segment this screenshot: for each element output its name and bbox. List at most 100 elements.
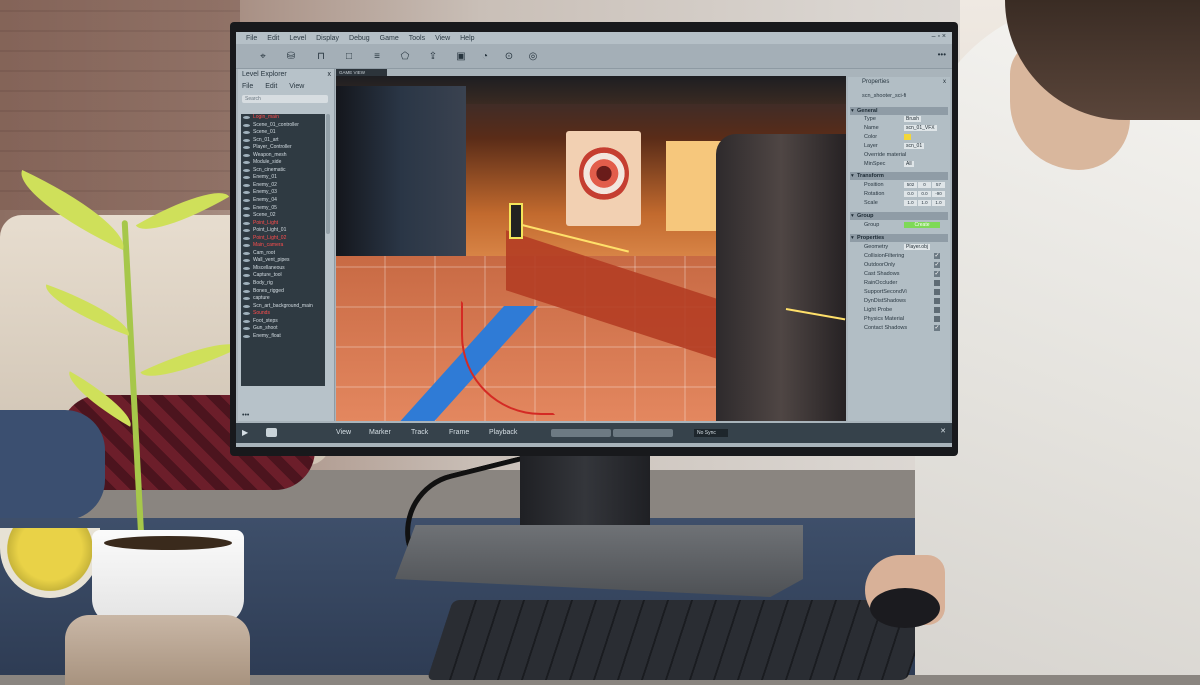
section-transform[interactable]: Transform	[850, 172, 948, 180]
menu-item-level[interactable]: Level	[289, 35, 306, 42]
tree-item[interactable]: Gun_shoot	[241, 325, 325, 333]
visibility-eye-icon[interactable]	[243, 199, 250, 203]
tree-item[interactable]: Main_camera	[241, 242, 325, 250]
position-y[interactable]: 0	[918, 182, 931, 188]
visibility-eye-icon[interactable]	[243, 131, 250, 135]
export-icon[interactable]: ⇪	[426, 49, 440, 63]
tree-item[interactable]: Scene_01	[241, 129, 325, 137]
toolbar-more-button[interactable]: •••	[938, 50, 946, 59]
visibility-eye-icon[interactable]	[243, 214, 250, 218]
visibility-eye-icon[interactable]	[243, 266, 250, 270]
timeline-marker[interactable]: Marker	[369, 429, 391, 436]
game-viewport[interactable]	[336, 76, 846, 421]
scale-z[interactable]: 1.0	[932, 200, 945, 206]
visibility-eye-icon[interactable]	[243, 123, 250, 127]
timeline-close-button[interactable]: ✕	[940, 427, 946, 435]
tree-item[interactable]: Sounds	[241, 310, 325, 318]
prop-minspec-select[interactable]: All	[904, 161, 914, 167]
visibility-eye-icon[interactable]	[243, 153, 250, 157]
timeline-view[interactable]: View	[336, 429, 351, 436]
visibility-eye-icon[interactable]	[243, 312, 250, 316]
explorer-menu-file[interactable]: File	[242, 83, 253, 90]
flag-checkbox[interactable]	[934, 280, 940, 286]
tree-item[interactable]: Enemy_05	[241, 205, 325, 213]
tree-item[interactable]: capture	[241, 295, 325, 303]
tree-item[interactable]: Capture_tool	[241, 272, 325, 280]
visibility-eye-icon[interactable]	[243, 244, 250, 248]
group-create-button[interactable]: Create	[904, 222, 940, 228]
tree-item[interactable]: Scn_art_background_main	[241, 303, 325, 311]
tree-item[interactable]: Enemy_float	[241, 333, 325, 341]
position-x[interactable]: 502	[904, 182, 917, 188]
tree-item[interactable]: Cam_root	[241, 250, 325, 258]
tree-item[interactable]: Player_Controller	[241, 144, 325, 152]
visibility-eye-icon[interactable]	[243, 334, 250, 338]
color-swatch[interactable]	[904, 134, 911, 140]
flag-checkbox[interactable]	[934, 289, 940, 295]
position-z[interactable]: 57	[932, 182, 945, 188]
prop-name-field[interactable]: scn_01_VFX	[904, 125, 937, 131]
tree-item[interactable]: Enemy_03	[241, 189, 325, 197]
menu-item-display[interactable]: Display	[316, 35, 339, 42]
timeline-track[interactable]: Track	[411, 429, 428, 436]
visibility-eye-icon[interactable]	[243, 236, 250, 240]
scale-x[interactable]: 1.0	[904, 200, 917, 206]
menu-item-debug[interactable]: Debug	[349, 35, 370, 42]
game-view-tab[interactable]: GAME VIEW	[336, 69, 387, 76]
play-icon[interactable]: ▶	[242, 428, 248, 437]
prop-layer-field[interactable]: scn_01	[904, 143, 925, 149]
select-icon[interactable]: ⌖	[256, 49, 270, 63]
visibility-eye-icon[interactable]	[243, 146, 250, 150]
rotation-y[interactable]: 0.0	[918, 191, 931, 197]
tree-item[interactable]: Point_Light_02	[241, 235, 325, 243]
tree-item[interactable]: Scn_01_art	[241, 137, 325, 145]
explorer-search-input[interactable]: Search	[242, 95, 328, 103]
flag-checkbox[interactable]	[934, 298, 940, 304]
visibility-eye-icon[interactable]	[243, 116, 250, 119]
explorer-menu-edit[interactable]: Edit	[265, 83, 277, 90]
tree-item[interactable]: Module_side	[241, 159, 325, 167]
menu-item-help[interactable]: Help	[460, 35, 474, 42]
user-icon[interactable]: ◔	[478, 49, 492, 63]
visibility-eye-icon[interactable]	[243, 259, 250, 263]
window-controls[interactable]: – ▫ ×	[932, 33, 946, 40]
tree-item[interactable]: Foot_steps	[241, 318, 325, 326]
tree-item[interactable]: Point_Light	[241, 220, 325, 228]
flag-checkbox[interactable]: ✓	[934, 253, 940, 259]
brush-icon[interactable]: ⊓	[314, 49, 328, 63]
sync-select[interactable]: No Sync	[694, 429, 728, 437]
section-group[interactable]: Group	[850, 212, 948, 220]
prop-type-value[interactable]: Brush	[904, 116, 922, 122]
visibility-eye-icon[interactable]	[243, 304, 250, 308]
tree-item[interactable]: Enemy_02	[241, 182, 325, 190]
tree-item[interactable]: Weapon_mesh	[241, 152, 325, 160]
visibility-eye-icon[interactable]	[243, 274, 250, 278]
visibility-eye-icon[interactable]	[243, 183, 250, 187]
visibility-eye-icon[interactable]	[243, 221, 250, 225]
tree-item[interactable]: Scene_01_controller	[241, 122, 325, 130]
visibility-eye-icon[interactable]	[243, 319, 250, 323]
menu-item-game[interactable]: Game	[380, 35, 399, 42]
prop-override-material[interactable]: Override material	[864, 151, 948, 159]
tree-item[interactable]: Body_rig	[241, 280, 325, 288]
explorer-close-button[interactable]: x	[328, 71, 332, 78]
flag-checkbox[interactable]	[934, 316, 940, 322]
prop-geometry-field[interactable]: Player.obj	[904, 244, 930, 250]
cylinder-icon[interactable]: ⛁	[284, 49, 298, 63]
visibility-eye-icon[interactable]	[243, 251, 250, 255]
visibility-eye-icon[interactable]	[243, 168, 250, 172]
visibility-eye-icon[interactable]	[243, 176, 250, 180]
section-properties[interactable]: Properties	[850, 234, 948, 242]
visibility-eye-icon[interactable]	[243, 191, 250, 195]
save-icon[interactable]: ▣	[454, 49, 468, 63]
menu-item-file[interactable]: File	[246, 35, 257, 42]
visibility-eye-icon[interactable]	[243, 161, 250, 165]
tree-item[interactable]: Miscellaneous	[241, 265, 325, 273]
visibility-eye-icon[interactable]	[243, 206, 250, 210]
visibility-eye-icon[interactable]	[243, 327, 250, 331]
properties-close-button[interactable]: x	[943, 79, 946, 85]
selected-object-gizmo[interactable]	[509, 203, 523, 239]
rotation-z[interactable]: -90	[932, 191, 945, 197]
flag-checkbox[interactable]: ✓	[934, 262, 940, 268]
settings-icon[interactable]: ⊙	[502, 49, 516, 63]
